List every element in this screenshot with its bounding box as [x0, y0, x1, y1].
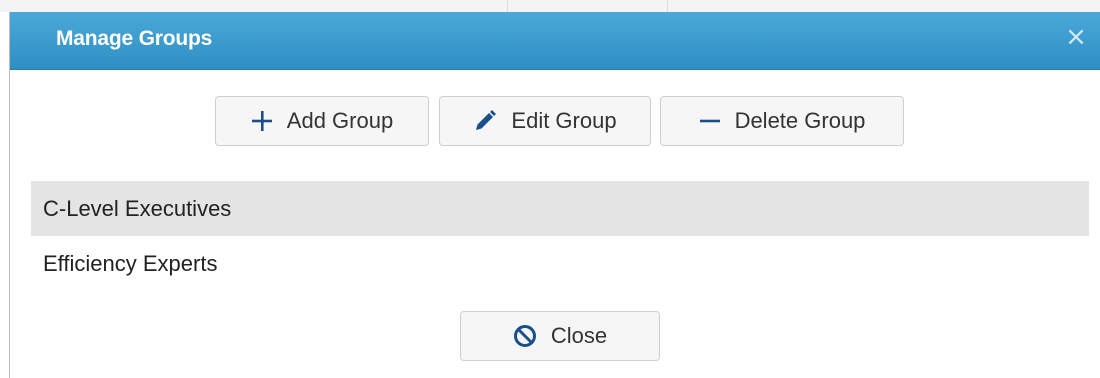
pencil-icon: [473, 109, 497, 133]
group-list: C-Level Executives Efficiency Experts: [31, 181, 1089, 291]
close-icon[interactable]: ×: [1064, 22, 1088, 52]
dialog-titlebar: Manage Groups ×: [10, 12, 1100, 70]
delete-group-button[interactable]: Delete Group: [660, 96, 904, 146]
add-group-button[interactable]: Add Group: [215, 96, 429, 146]
group-name: C-Level Executives: [43, 196, 232, 221]
background-divider: [507, 0, 508, 12]
close-label: Close: [550, 323, 608, 348]
dialog-title: Manage Groups: [56, 27, 213, 50]
list-item[interactable]: Efficiency Experts: [31, 236, 1089, 291]
manage-groups-dialog: Manage Groups × Add Group Edit Group Del…: [9, 12, 1100, 378]
edit-group-label: Edit Group: [511, 108, 617, 133]
background-header-strip: [0, 0, 1100, 12]
group-name: Efficiency Experts: [43, 251, 218, 276]
close-button[interactable]: Close: [460, 311, 660, 361]
delete-group-label: Delete Group: [734, 108, 866, 133]
list-item[interactable]: C-Level Executives: [31, 181, 1089, 236]
background-divider: [667, 0, 668, 12]
add-group-label: Add Group: [286, 108, 394, 133]
minus-icon: [699, 110, 721, 132]
ban-icon: [513, 324, 537, 348]
edit-group-button[interactable]: Edit Group: [439, 96, 651, 146]
plus-icon: [251, 110, 273, 132]
